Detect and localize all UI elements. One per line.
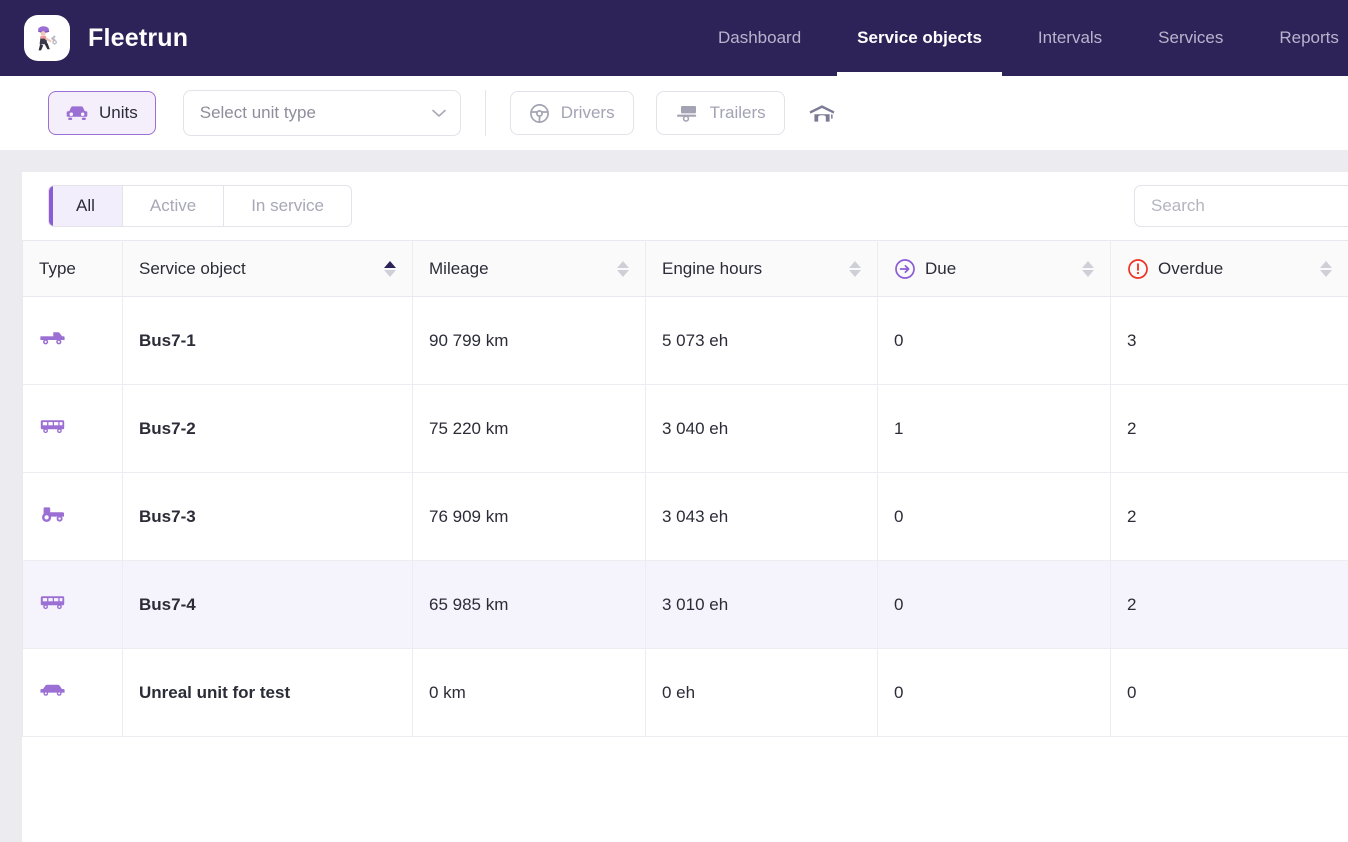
row-name-cell: Bus7-3 <box>123 473 413 561</box>
row-type-cell <box>23 473 123 561</box>
row-mileage-cell: 65 985 km <box>413 561 646 649</box>
sort-toggle-service-object[interactable] <box>384 261 396 277</box>
main-nav: Dashboard Service objects Intervals Serv… <box>690 0 1348 76</box>
column-label-service-object: Service object <box>139 259 246 279</box>
row-overdue-cell: 2 <box>1111 385 1348 473</box>
column-header-mileage[interactable]: Mileage <box>413 241 646 297</box>
row-overdue-cell: 3 <box>1111 297 1348 385</box>
mechanic-logo-icon <box>24 15 70 61</box>
table-row[interactable]: Bus7-4 65 985 km 3 010 eh 0 2 <box>23 561 1348 649</box>
tab-active[interactable]: Active <box>123 186 224 226</box>
row-mileage-cell: 90 799 km <box>413 297 646 385</box>
page-gap <box>0 150 1348 172</box>
row-due-cell: 0 <box>878 473 1111 561</box>
sort-toggle-mileage[interactable] <box>617 261 629 277</box>
row-mileage-cell: 0 km <box>413 649 646 737</box>
service-objects-card: All Active In service Type <box>22 172 1348 842</box>
nav-item-dashboard[interactable]: Dashboard <box>690 0 829 76</box>
row-engine-hours-cell: 3 010 eh <box>646 561 878 649</box>
row-overdue-cell: 0 <box>1111 649 1348 737</box>
row-engine-hours-cell: 5 073 eh <box>646 297 878 385</box>
toolbar-divider <box>485 90 486 136</box>
bus-icon <box>39 593 66 611</box>
garage-button[interactable] <box>805 96 839 130</box>
column-label-mileage: Mileage <box>429 259 489 279</box>
brand-name: Fleetrun <box>88 24 188 53</box>
drivers-button[interactable]: Drivers <box>510 91 634 135</box>
app-header: Fleetrun Dashboard Service objects Inter… <box>0 0 1348 76</box>
nav-item-reports[interactable]: Reports <box>1251 0 1348 76</box>
table-row[interactable]: Unreal unit for test 0 km 0 eh 0 0 <box>23 649 1348 737</box>
nav-item-intervals[interactable]: Intervals <box>1010 0 1130 76</box>
service-objects-table: Type Service object Mileage <box>22 240 1348 737</box>
status-filter-tabs: All Active In service <box>48 185 352 227</box>
car-icon <box>39 682 66 698</box>
pickup-truck-icon <box>39 329 66 347</box>
row-overdue-cell: 2 <box>1111 561 1348 649</box>
row-due-cell: 0 <box>878 561 1111 649</box>
table-header-row: Type Service object Mileage <box>23 241 1348 297</box>
trailers-button-label: Trailers <box>710 103 766 123</box>
sort-toggle-due[interactable] <box>1082 261 1094 277</box>
due-arrow-icon <box>894 258 916 280</box>
row-name-cell: Bus7-1 <box>123 297 413 385</box>
row-due-cell: 0 <box>878 297 1111 385</box>
sort-toggle-overdue[interactable] <box>1320 261 1332 277</box>
trailers-button[interactable]: Trailers <box>656 91 785 135</box>
row-due-cell: 0 <box>878 649 1111 737</box>
row-type-cell <box>23 385 123 473</box>
column-header-type: Type <box>23 241 123 297</box>
unit-type-select-value: Select unit type <box>200 103 316 123</box>
unit-type-select[interactable]: Select unit type <box>183 90 461 136</box>
table-row[interactable]: Bus7-2 75 220 km 3 040 eh 1 2 <box>23 385 1348 473</box>
column-header-service-object[interactable]: Service object <box>123 241 413 297</box>
column-label-due: Due <box>925 259 956 279</box>
tab-all[interactable]: All <box>49 186 123 226</box>
row-type-cell <box>23 561 123 649</box>
trailer-icon <box>675 104 699 122</box>
car-icon <box>66 105 88 121</box>
row-engine-hours-cell: 0 eh <box>646 649 878 737</box>
brand: Fleetrun <box>24 15 188 61</box>
page-body: All Active In service Type <box>0 172 1348 842</box>
column-label-engine-hours: Engine hours <box>662 259 762 279</box>
tractor-icon <box>39 505 66 524</box>
row-engine-hours-cell: 3 040 eh <box>646 385 878 473</box>
column-header-due[interactable]: Due <box>878 241 1111 297</box>
row-name-cell: Bus7-4 <box>123 561 413 649</box>
row-mileage-cell: 75 220 km <box>413 385 646 473</box>
filter-row: All Active In service <box>22 172 1348 240</box>
row-due-cell: 1 <box>878 385 1111 473</box>
garage-icon <box>808 102 836 124</box>
units-button-label: Units <box>99 103 138 123</box>
row-mileage-cell: 76 909 km <box>413 473 646 561</box>
sort-toggle-engine-hours[interactable] <box>849 261 861 277</box>
bus-icon <box>39 417 66 435</box>
nav-item-service-objects[interactable]: Service objects <box>829 0 1010 76</box>
column-label-overdue: Overdue <box>1158 259 1223 279</box>
row-overdue-cell: 2 <box>1111 473 1348 561</box>
units-button[interactable]: Units <box>48 91 156 135</box>
nav-item-services[interactable]: Services <box>1130 0 1251 76</box>
column-header-overdue[interactable]: Overdue <box>1111 241 1348 297</box>
filter-toolbar: Units Select unit type Drivers <box>0 76 1348 150</box>
row-name-cell: Unreal unit for test <box>123 649 413 737</box>
table-row[interactable]: Bus7-1 90 799 km 5 073 eh 0 3 <box>23 297 1348 385</box>
table-row[interactable]: Bus7-3 76 909 km 3 043 eh 0 2 <box>23 473 1348 561</box>
column-header-engine-hours[interactable]: Engine hours <box>646 241 878 297</box>
row-type-cell <box>23 297 123 385</box>
search-input[interactable] <box>1134 185 1348 227</box>
row-type-cell <box>23 649 123 737</box>
overdue-alert-icon <box>1127 258 1149 280</box>
column-label-type: Type <box>39 259 76 279</box>
row-name-cell: Bus7-2 <box>123 385 413 473</box>
tab-in-service[interactable]: In service <box>224 186 351 226</box>
steering-wheel-icon <box>529 103 550 124</box>
row-engine-hours-cell: 3 043 eh <box>646 473 878 561</box>
drivers-button-label: Drivers <box>561 103 615 123</box>
chevron-down-icon <box>432 109 446 118</box>
